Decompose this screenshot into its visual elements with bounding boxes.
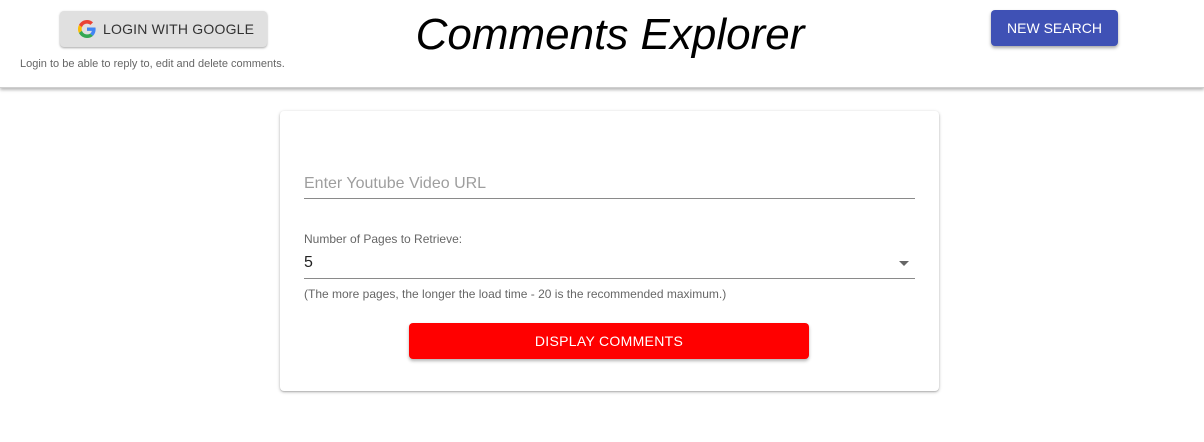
pages-select-value: 5: [304, 254, 313, 271]
search-form-card: Number of Pages to Retrieve: 5 (The more…: [280, 111, 939, 391]
new-search-button[interactable]: NEW SEARCH: [991, 10, 1118, 46]
dropdown-arrow-icon: [899, 261, 909, 266]
pages-select[interactable]: 5: [304, 250, 915, 279]
youtube-url-input[interactable]: [304, 169, 915, 199]
pages-helper-text: (The more pages, the longer the load tim…: [304, 287, 727, 301]
pages-select-label: Number of Pages to Retrieve:: [304, 232, 463, 246]
app-header: LOGIN WITH GOOGLE Login to be able to re…: [0, 0, 1204, 88]
display-comments-button[interactable]: DISPLAY COMMENTS: [409, 323, 809, 359]
